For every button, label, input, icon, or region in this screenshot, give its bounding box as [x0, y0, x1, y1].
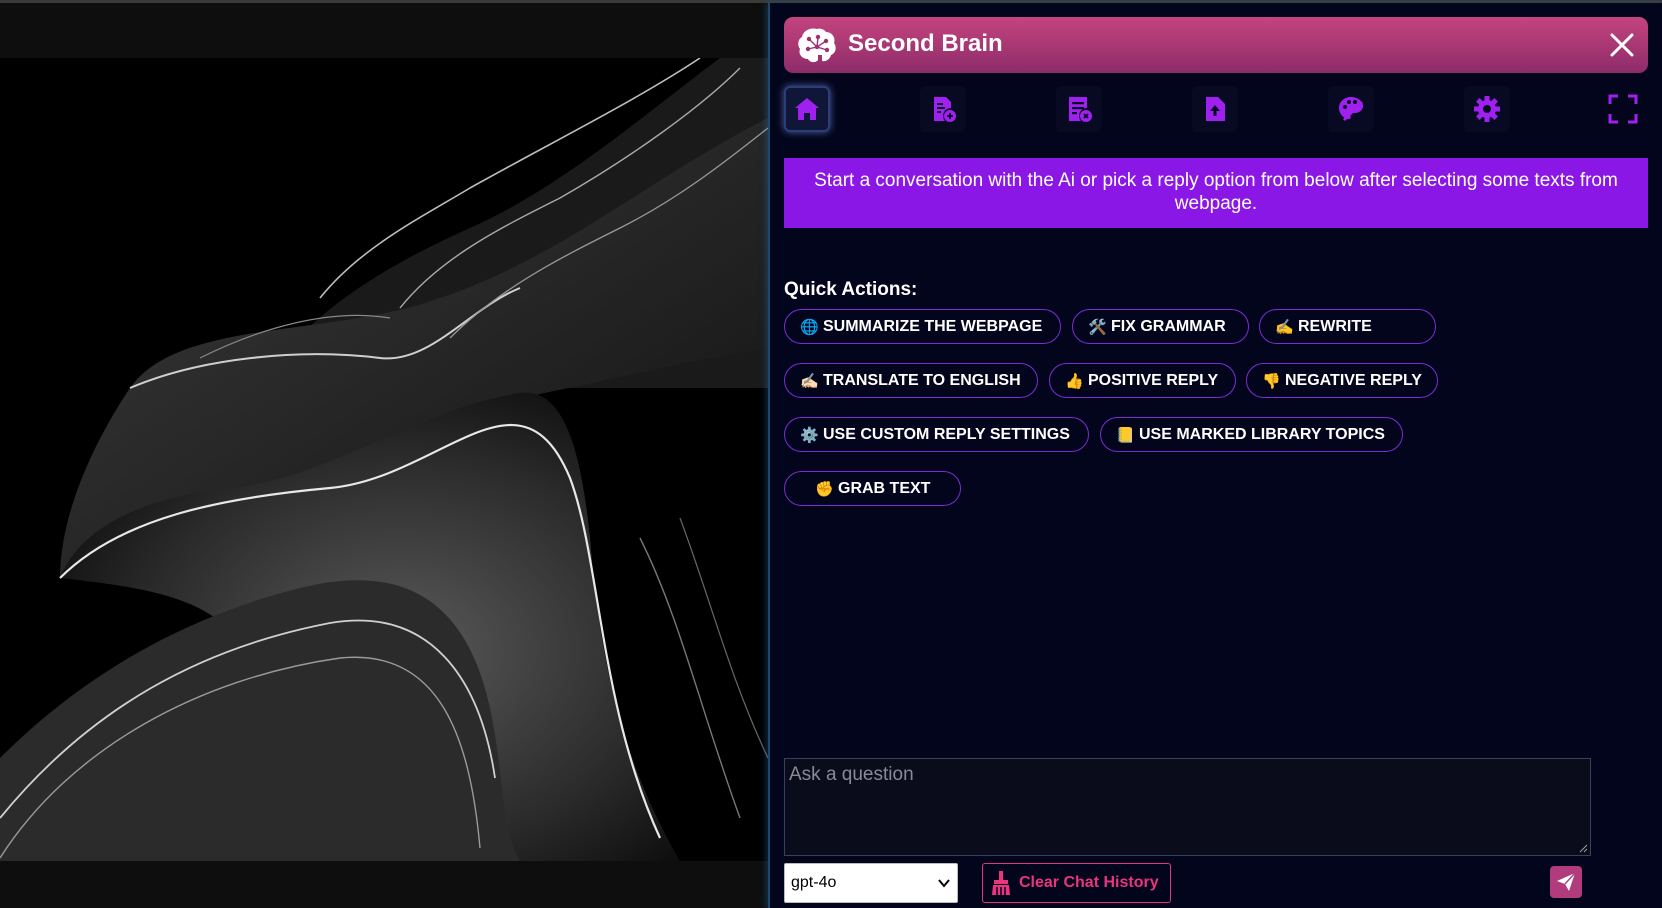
page-bottom-bar	[0, 861, 768, 908]
fix-grammar-button[interactable]: 🛠️ FIX GRAMMAR	[1072, 309, 1249, 344]
palette-icon	[1339, 97, 1364, 122]
button-label: GRAB TEXT	[838, 479, 931, 497]
writing-hand-icon: ✍🏻	[800, 372, 819, 390]
send-button[interactable]	[1550, 866, 1582, 898]
nav-home-button[interactable]	[784, 86, 830, 132]
negative-reply-button[interactable]: 👎 NEGATIVE REPLY	[1246, 363, 1438, 398]
custom-reply-settings-button[interactable]: ⚙️ USE CUSTOM REPLY SETTINGS	[784, 417, 1089, 452]
paper-plane-icon	[1557, 872, 1576, 891]
model-selected-value: gpt-4o	[791, 874, 837, 891]
summarize-webpage-button[interactable]: 🌐 SUMMARIZE THE WEBPAGE	[784, 309, 1061, 344]
writing-hand-icon: ✍️	[1275, 318, 1294, 336]
close-icon[interactable]	[1606, 29, 1638, 61]
button-label: USE CUSTOM REPLY SETTINGS	[823, 425, 1070, 443]
model-select[interactable]: gpt-4o	[784, 863, 958, 903]
second-brain-panel: Second Brain Start a conversation with t…	[768, 3, 1662, 908]
abstract-waves-graphic	[0, 58, 768, 861]
fullscreen-icon	[1608, 94, 1638, 124]
nav-upload-button[interactable]	[1192, 86, 1238, 132]
question-placeholder: Ask a question	[789, 764, 914, 785]
add-note-icon	[934, 97, 956, 122]
thumbs-up-icon: 👍	[1065, 372, 1084, 390]
button-label: USE MARKED LIBRARY TOPICS	[1139, 425, 1385, 443]
gear-icon: ⚙️	[800, 426, 819, 444]
panel-header: Second Brain	[784, 17, 1648, 73]
quick-actions-title: Quick Actions:	[784, 279, 918, 300]
webpage-area	[0, 3, 768, 908]
broom-icon	[992, 871, 1010, 895]
question-textarea[interactable]: Ask a question	[784, 758, 1591, 856]
chevron-down-icon	[938, 879, 950, 888]
clear-chat-history-button[interactable]: Clear Chat History	[982, 863, 1171, 903]
rewrite-button[interactable]: ✍️ REWRITE	[1259, 309, 1436, 344]
gear-icon	[1474, 96, 1500, 122]
nav-theme-button[interactable]	[1328, 86, 1374, 132]
fist-icon: ✊	[815, 480, 834, 498]
nav-library-button[interactable]	[1056, 86, 1102, 132]
globe-icon: 🌐	[800, 318, 819, 336]
positive-reply-button[interactable]: 👍 POSITIVE REPLY	[1049, 363, 1236, 398]
tools-icon: 🛠️	[1088, 318, 1107, 336]
intro-banner: Start a conversation with the Ai or pick…	[784, 158, 1648, 228]
nav-toolbar	[784, 86, 1648, 136]
screen: Second Brain Start a conversation with t…	[0, 0, 1662, 908]
library-icon	[1069, 97, 1092, 122]
nav-fullscreen-button[interactable]	[1600, 86, 1646, 132]
button-label: TRANSLATE TO ENGLISH	[823, 371, 1021, 389]
translate-english-button[interactable]: ✍🏻 TRANSLATE TO ENGLISH	[784, 363, 1038, 398]
home-icon	[795, 98, 819, 120]
notebook-icon: 📒	[1116, 426, 1135, 444]
grab-text-button[interactable]: ✊ GRAB TEXT	[784, 471, 961, 506]
brain-icon	[798, 28, 836, 63]
upload-icon	[1206, 97, 1225, 121]
button-label: FIX GRAMMAR	[1111, 317, 1226, 335]
button-label: SUMMARIZE THE WEBPAGE	[823, 317, 1043, 335]
thumbs-down-icon: 👎	[1262, 372, 1281, 390]
wallpaper-image	[0, 58, 768, 861]
button-label: REWRITE	[1298, 317, 1372, 335]
nav-add-note-button[interactable]	[920, 86, 966, 132]
button-label: POSITIVE REPLY	[1088, 371, 1219, 389]
clear-chat-label: Clear Chat History	[1019, 874, 1159, 891]
resize-handle-icon[interactable]	[1578, 843, 1588, 853]
app-title: Second Brain	[848, 30, 1003, 57]
page-top-bar	[0, 3, 768, 58]
nav-settings-button[interactable]	[1464, 86, 1510, 132]
marked-library-topics-button[interactable]: 📒 USE MARKED LIBRARY TOPICS	[1100, 417, 1403, 452]
button-label: NEGATIVE REPLY	[1285, 371, 1422, 389]
